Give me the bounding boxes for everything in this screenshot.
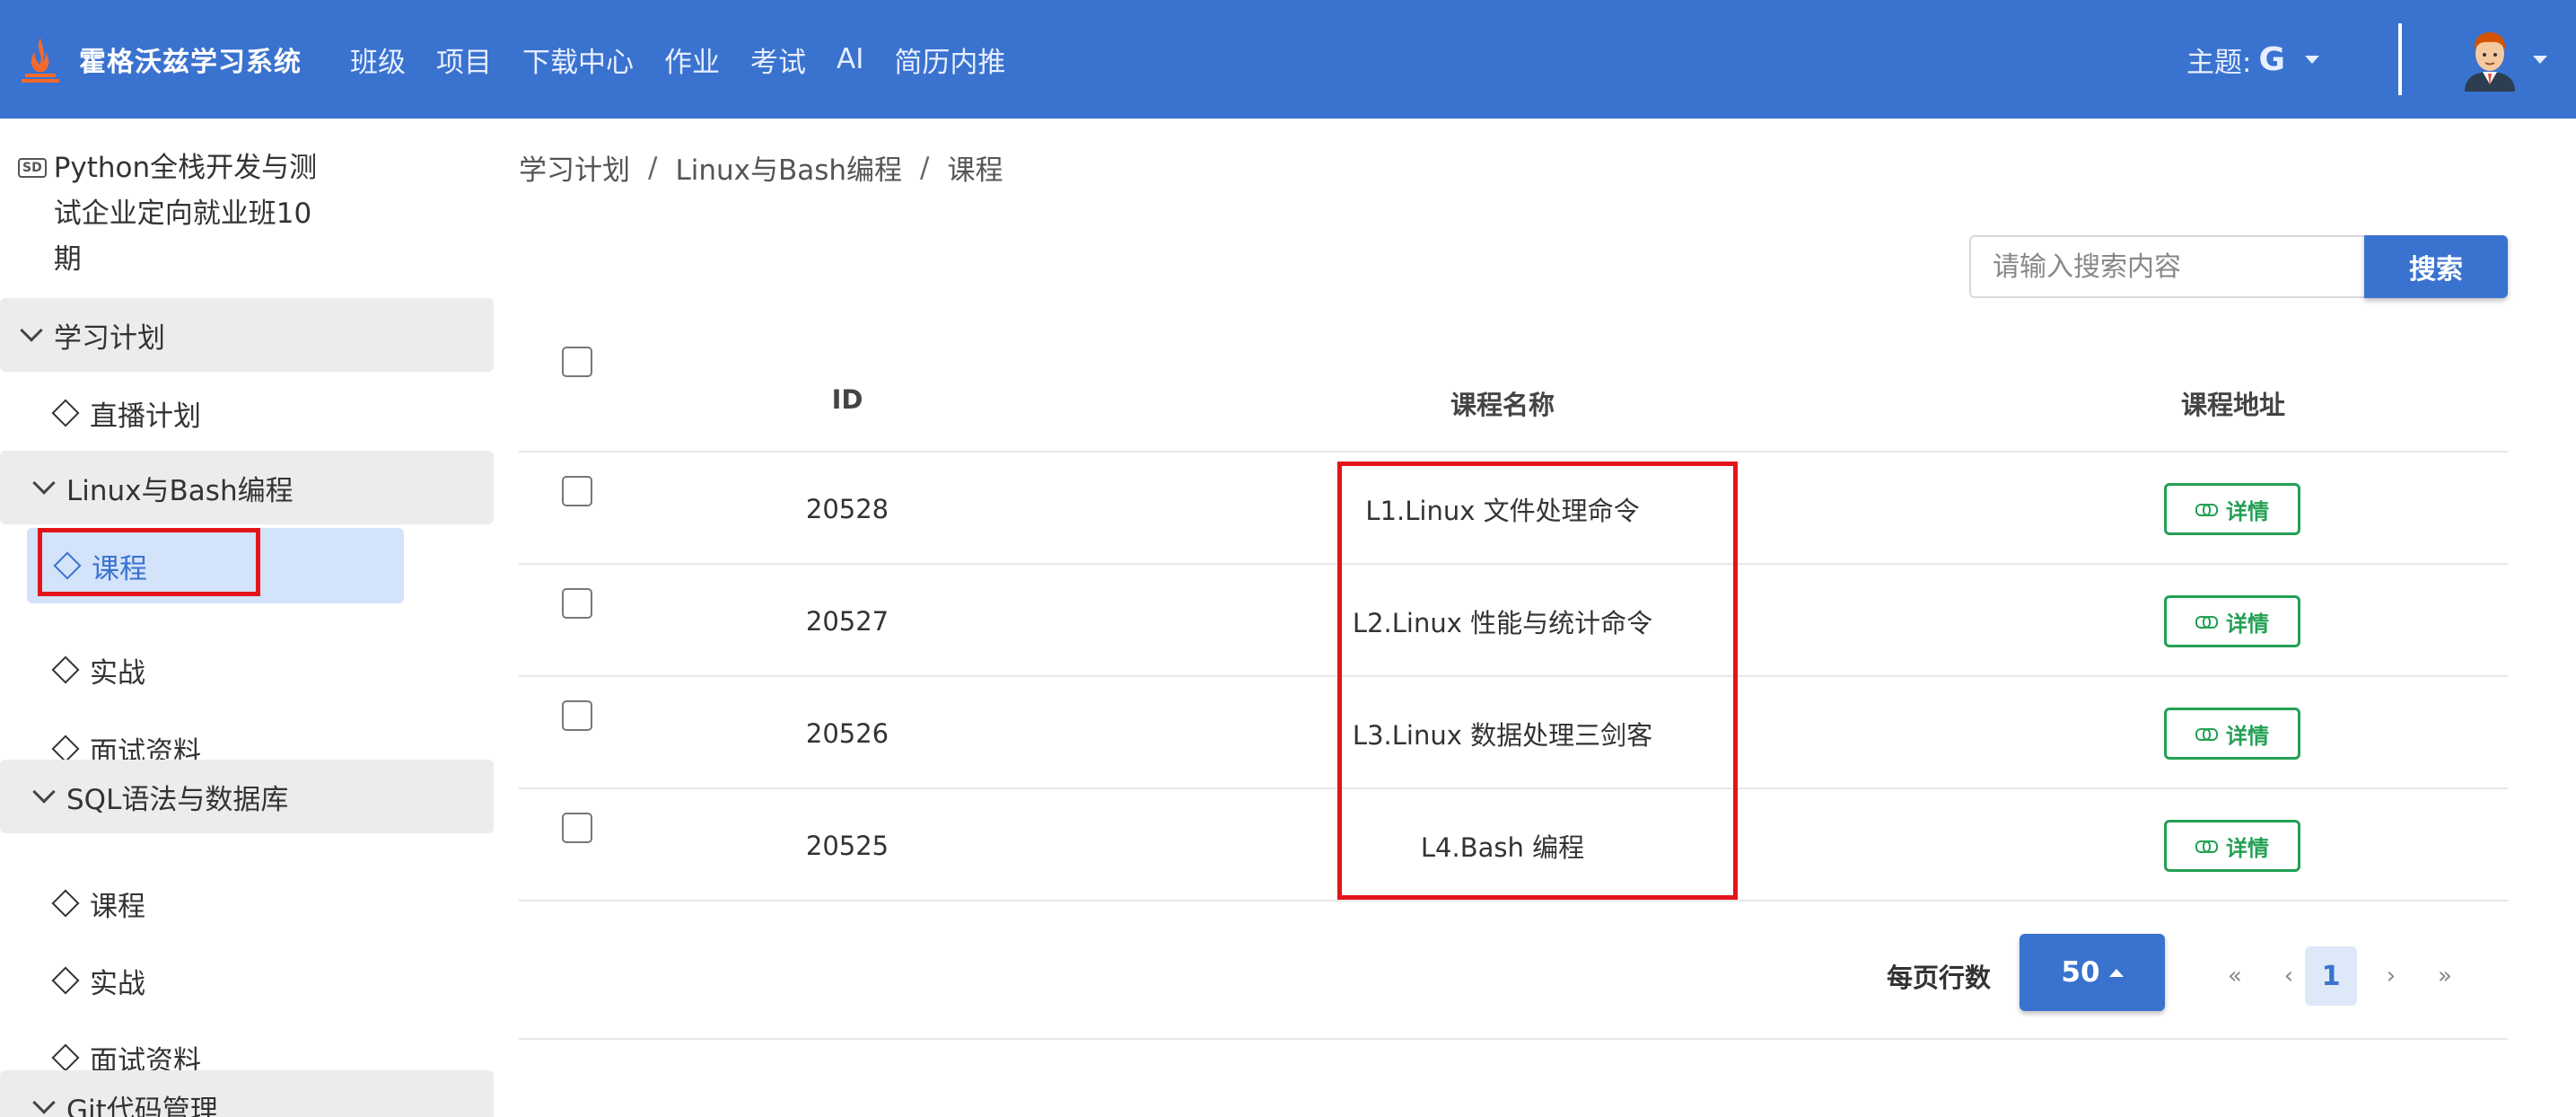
detail-button[interactable]: 详情 [2164, 820, 2300, 872]
breadcrumb-item-linux-bash[interactable]: Linux与Bash编程 [675, 147, 902, 188]
sidebar-group-git[interactable]: Git代码管理 [0, 1070, 494, 1117]
sidebar-item-label: 直播计划 [90, 400, 201, 433]
row-checkbox[interactable] [562, 700, 592, 731]
nav-item-ai[interactable]: AI [837, 43, 863, 75]
first-page-icon[interactable]: « [2217, 946, 2253, 1006]
theme-label: 主题: [2186, 46, 2252, 79]
table-header: ID 课程名称 课程地址 [519, 332, 2508, 453]
caret-up-icon [2108, 968, 2124, 977]
prev-page-icon[interactable]: ‹ [2271, 946, 2307, 1006]
theme-selector[interactable]: 主题: G [2186, 0, 2320, 119]
diamond-icon [51, 966, 80, 995]
breadcrumb: 学习计划 / Linux与Bash编程 / 课程 [519, 147, 1003, 188]
sidebar-item-sql-practice[interactable]: 实战 [51, 954, 145, 1007]
nav-item-class[interactable]: 班级 [350, 40, 406, 80]
detail-button-label: 详情 [2226, 498, 2269, 524]
row-checkbox[interactable] [562, 588, 592, 619]
sidebar-item-label: 实战 [90, 656, 145, 690]
chevron-down-icon [32, 780, 56, 804]
nav-item-download-center[interactable]: 下载中心 [522, 40, 634, 80]
breadcrumb-item-course: 课程 [947, 154, 1003, 187]
header-divider [2398, 23, 2402, 95]
sidebar-group-linux-bash[interactable]: Linux与Bash编程 [0, 451, 494, 524]
highlight-box-course-names [1337, 462, 1738, 900]
sidebar-group-label: 学习计划 [54, 321, 165, 355]
sidebar-group-label: Linux与Bash编程 [66, 474, 294, 507]
row-checkbox[interactable] [562, 813, 592, 843]
highlight-box-course [38, 528, 260, 596]
chevron-down-icon [32, 1091, 56, 1114]
google-g-icon: G [2258, 40, 2286, 78]
breadcrumb-separator: / [648, 151, 658, 184]
sidebar-item-practice[interactable]: 实战 [51, 643, 145, 697]
diamond-icon [51, 1043, 80, 1072]
detail-button-label: 详情 [2226, 723, 2269, 749]
detail-button-label: 详情 [2226, 835, 2269, 861]
last-page-icon[interactable]: » [2427, 946, 2463, 1006]
cell-id: 20526 [805, 717, 889, 749]
nav-item-project[interactable]: 项目 [436, 40, 492, 80]
user-menu[interactable] [2459, 27, 2547, 92]
detail-button-label: 详情 [2226, 611, 2269, 637]
link-icon [2195, 840, 2218, 853]
chevron-down-icon [32, 471, 56, 495]
row-checkbox[interactable] [562, 476, 592, 506]
flame-logo-icon [22, 38, 59, 83]
column-header-id: ID [831, 384, 863, 415]
detail-button[interactable]: 详情 [2164, 708, 2300, 760]
diamond-icon [51, 655, 80, 684]
pagination: 每页行数 50 « ‹ 1 › » [519, 903, 2508, 1040]
sidebar-item-live-plan[interactable]: 直播计划 [51, 386, 201, 440]
link-icon [2195, 616, 2218, 629]
nav-item-resume[interactable]: 简历内推 [894, 40, 1005, 80]
cell-id: 20525 [805, 830, 889, 861]
breadcrumb-item-study-plan[interactable]: 学习计划 [519, 147, 630, 188]
cell-id: 20527 [805, 605, 889, 637]
search-button[interactable]: 搜索 [2364, 235, 2508, 298]
breadcrumb-separator: / [920, 151, 930, 184]
rows-per-page-label: 每页行数 [1887, 963, 1992, 993]
nav-item-exam[interactable]: 考试 [750, 40, 806, 80]
brand-name: 霍格沃兹学习系统 [79, 47, 302, 78]
cell-id: 20528 [805, 493, 889, 524]
brand[interactable]: 霍格沃兹学习系统 [18, 0, 302, 119]
top-header: 霍格沃兹学习系统 班级 项目 下载中心 作业 考试 AI 简历内推 主题: G [0, 0, 2576, 119]
search-input[interactable] [1969, 235, 2366, 298]
column-header-course-url: 课程地址 [2180, 390, 2286, 420]
main-nav: 班级 项目 下载中心 作业 考试 AI 简历内推 [350, 0, 1036, 119]
link-icon [2195, 728, 2218, 741]
chevron-down-icon [2533, 55, 2547, 64]
sidebar-group-sql[interactable]: SQL语法与数据库 [0, 760, 494, 833]
diamond-icon [51, 889, 80, 918]
sidebar: SD Python全栈开发与测试企业定向就业班10期 学习计划 直播计划 Lin… [0, 119, 494, 1117]
sidebar-item-sql-course[interactable]: 课程 [51, 876, 145, 930]
detail-button[interactable]: 详情 [2164, 595, 2300, 647]
page-number-current[interactable]: 1 [2305, 946, 2357, 1006]
next-page-icon[interactable]: › [2373, 946, 2409, 1006]
select-all-checkbox[interactable] [562, 347, 592, 377]
avatar [2465, 32, 2515, 92]
class-title-text: Python全栈开发与测试企业定向就业班10期 [53, 152, 318, 276]
rows-per-page-select[interactable]: 50 [2020, 934, 2165, 1011]
nav-item-homework[interactable]: 作业 [664, 40, 720, 80]
rows-per-page-value: 50 [2061, 956, 2100, 989]
chevron-down-icon [20, 319, 43, 342]
sidebar-group-label: Git代码管理 [66, 1094, 218, 1117]
link-icon [2195, 504, 2218, 516]
diamond-icon [51, 399, 80, 427]
sidebar-item-label: 课程 [90, 890, 145, 923]
detail-button[interactable]: 详情 [2164, 483, 2300, 535]
sidebar-group-study-plan[interactable]: 学习计划 [0, 298, 494, 372]
diamond-icon [51, 734, 80, 763]
sidebar-item-label: 实战 [90, 967, 145, 1000]
class-title[interactable]: SD Python全栈开发与测试企业定向就业班10期 [18, 145, 332, 283]
caret-down-icon [2305, 55, 2320, 64]
column-header-course-name: 课程名称 [1450, 390, 1555, 420]
sd-badge-icon: SD [18, 158, 47, 178]
sidebar-group-label: SQL语法与数据库 [66, 783, 289, 816]
